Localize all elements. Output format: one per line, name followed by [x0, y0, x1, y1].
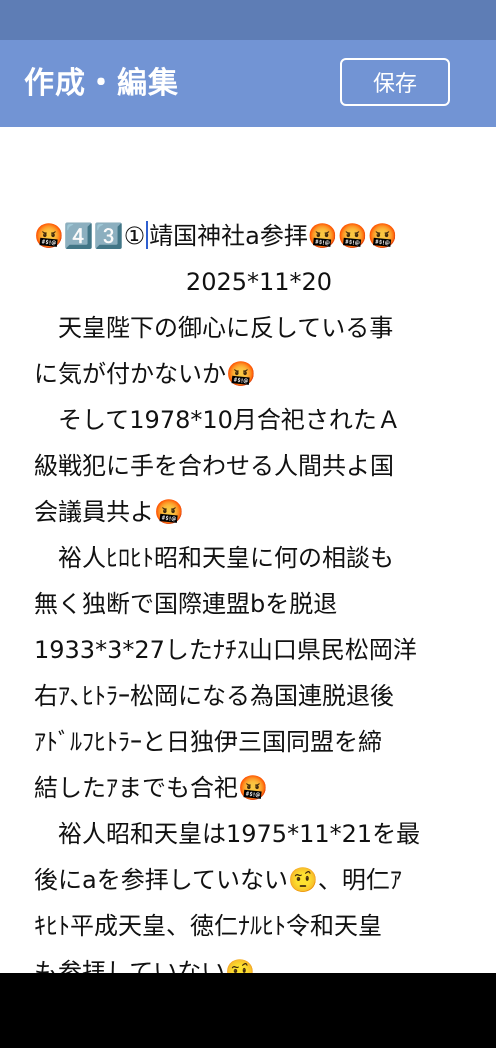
text-line: 1933*3*27したﾅﾁｽ山口県民松岡洋 [34, 636, 417, 664]
text-line: 結したｱまでも合祀🤬 [34, 774, 268, 802]
text-cursor [146, 221, 149, 249]
title-text: 靖国神社a参拝🤬🤬🤬 [149, 222, 398, 250]
status-bar [0, 0, 496, 40]
text-line: 裕人ﾋﾛﾋﾄ昭和天皇に何の相談も [34, 544, 394, 572]
text-line: 級戦犯に手を合わせる人間共よ国 [34, 452, 394, 480]
save-button[interactable]: 保存 [340, 58, 450, 106]
text-line: 右ｱ､ﾋﾄﾗｰ松岡になる為国連脱退後 [34, 682, 394, 710]
title-line: 🤬4️⃣3️⃣① 靖国神社a参拝🤬🤬🤬 [34, 213, 464, 259]
text-line: ｱﾄﾞﾙﾌﾋﾄﾗｰと日独伊三国同盟を締 [34, 728, 382, 756]
text-line: そして1978*10月合祀されたＡ [34, 406, 401, 434]
page-title: 作成・編集 [24, 66, 179, 101]
text-line: ｷﾋﾄ平成天皇、徳仁ﾅﾙﾋﾄ令和天皇 [34, 912, 382, 940]
text-line: も参拝していない🤨 [34, 958, 256, 973]
date-line: 2025*11*20 [185, 268, 333, 296]
text-line: に気が付かないか🤬 [34, 360, 256, 388]
text-line: 無く独断で国際連盟bを脱退 [34, 590, 338, 618]
text-line: 後にaを参拝していない🤨、明仁ｱ [34, 866, 402, 894]
title-prefix: 🤬4️⃣3️⃣① [34, 222, 146, 250]
editor-content[interactable]: 🤬4️⃣3️⃣① 靖国神社a参拝🤬🤬🤬 2025*11*20 天皇陛下の御心に反し… [34, 213, 464, 973]
text-line: 天皇陛下の御心に反している事 [34, 314, 394, 342]
text-line: 裕人昭和天皇は1975*11*21を最 [34, 820, 421, 848]
navigation-bar [0, 973, 496, 1048]
text-line: 会議員共よ🤬 [34, 498, 184, 526]
app-header: 作成・編集 保存 [0, 40, 496, 127]
text-editor[interactable]: 🤬4️⃣3️⃣① 靖国神社a参拝🤬🤬🤬 2025*11*20 天皇陛下の御心に反し… [0, 127, 496, 973]
